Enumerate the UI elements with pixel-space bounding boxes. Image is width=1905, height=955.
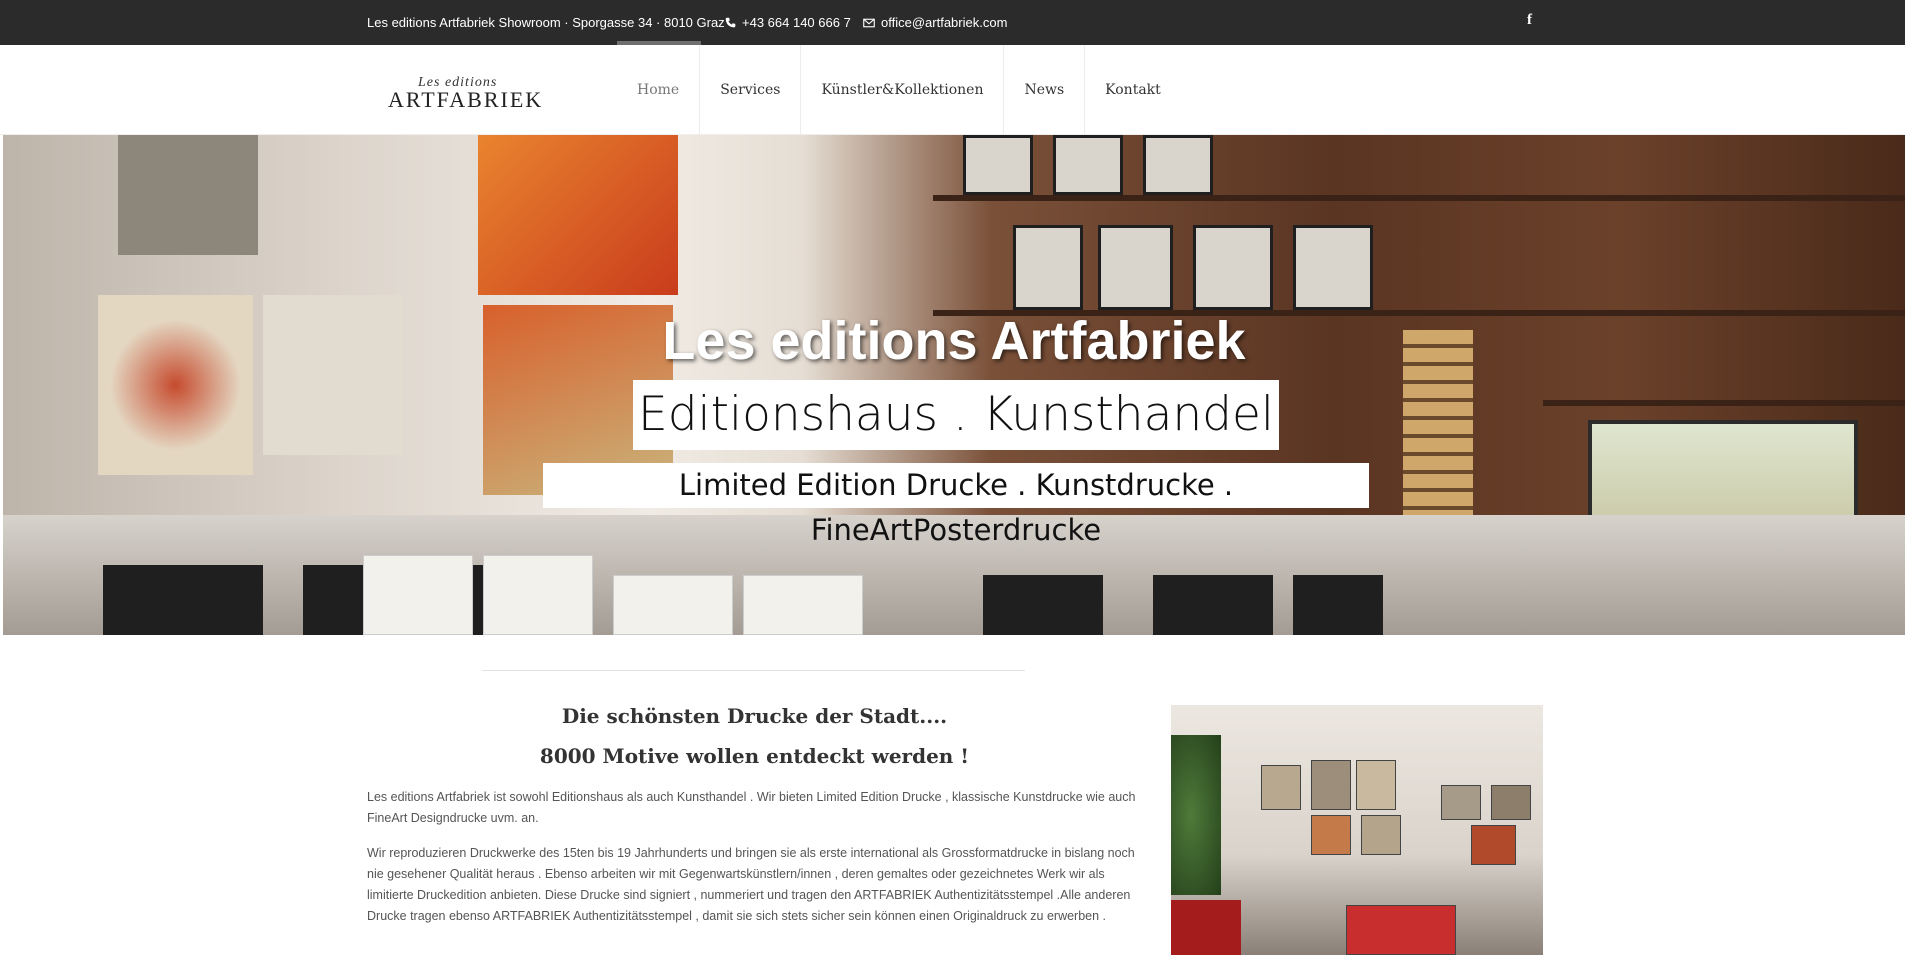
hero-frame xyxy=(1098,225,1173,310)
hero-box xyxy=(1293,575,1383,635)
showroom-print xyxy=(1471,825,1516,865)
showroom-print xyxy=(1346,905,1456,955)
facebook-icon[interactable]: f xyxy=(1527,12,1532,29)
hero-shelf xyxy=(933,195,1905,201)
email-address[interactable]: office@artfabriek.com xyxy=(881,15,1007,30)
nav-item-services[interactable]: Services xyxy=(699,45,800,135)
hero-print xyxy=(363,555,473,635)
showroom-print xyxy=(1356,760,1396,810)
content-heading-2: 8000 Motive wollen entdeckt werden ! xyxy=(539,744,970,768)
hero-title: Les editions Artfabriek xyxy=(662,311,1246,371)
section-divider xyxy=(482,670,1025,671)
showroom-print xyxy=(1491,785,1531,820)
hero-poster-shoe xyxy=(478,135,678,295)
showroom-photo xyxy=(1171,705,1543,955)
nav-item-kontakt[interactable]: Kontakt xyxy=(1084,45,1181,135)
showroom-red-chair xyxy=(1171,900,1241,955)
showroom-print xyxy=(1361,815,1401,855)
showroom-plant xyxy=(1171,735,1221,895)
phone-icon xyxy=(725,16,736,31)
hero-frame xyxy=(1143,135,1213,195)
main-navigation: Home Services Künstler&Kollektionen News… xyxy=(617,45,1181,135)
hero-shelf xyxy=(1543,400,1905,406)
site-logo[interactable]: Les editions ARTFABRIEK xyxy=(388,75,583,113)
nav-item-home[interactable]: Home xyxy=(617,45,699,135)
content-heading-1: Die schönsten Drucke der Stadt.... xyxy=(561,704,948,728)
phone-contact[interactable]: +43 664 140 666 7 xyxy=(725,15,851,31)
intro-paragraph: Les editions Artfabriek ist sowohl Editi… xyxy=(367,790,1136,825)
hero-print xyxy=(613,575,733,635)
hero-frame xyxy=(1193,225,1273,310)
hero-subtitle: Editionshaus . Kunsthandel xyxy=(633,380,1279,450)
hero-frame xyxy=(963,135,1033,195)
email-contact[interactable]: office@artfabriek.com xyxy=(863,15,1007,31)
hero-frame xyxy=(1053,135,1123,195)
nav-item-kuenstler-kollektionen[interactable]: Künstler&Kollektionen xyxy=(800,45,1003,135)
hero-frame xyxy=(1013,225,1083,310)
hero-box xyxy=(1153,575,1273,635)
top-info-bar: Les editions Artfabriek Showroom · Sporg… xyxy=(0,0,1905,45)
hero-poster-tiger xyxy=(118,135,258,255)
showroom-print xyxy=(1441,785,1481,820)
site-header: Les editions ARTFABRIEK Home Services Kü… xyxy=(0,45,1905,135)
hero-print xyxy=(483,555,593,635)
showroom-print xyxy=(1311,815,1351,855)
envelope-icon xyxy=(863,16,875,31)
hero-print xyxy=(743,575,863,635)
hero-banner: Les editions Artfabriek Editionshaus . K… xyxy=(3,135,1905,635)
phone-number[interactable]: +43 664 140 666 7 xyxy=(742,15,851,30)
hero-box xyxy=(983,575,1103,635)
hero-box xyxy=(103,565,263,635)
showroom-address: Les editions Artfabriek Showroom · Sporg… xyxy=(367,15,725,30)
nav-item-news[interactable]: News xyxy=(1003,45,1084,135)
description-paragraph: Wir reproduzieren Druckwerke des 15ten b… xyxy=(367,846,1135,923)
showroom-print xyxy=(1261,765,1301,810)
logo-main-text: ARTFABRIEK xyxy=(388,87,544,112)
hero-tagline: Limited Edition Drucke . Kunstdrucke . F… xyxy=(543,463,1369,547)
hero-frame xyxy=(1293,225,1373,310)
showroom-print xyxy=(1311,760,1351,810)
